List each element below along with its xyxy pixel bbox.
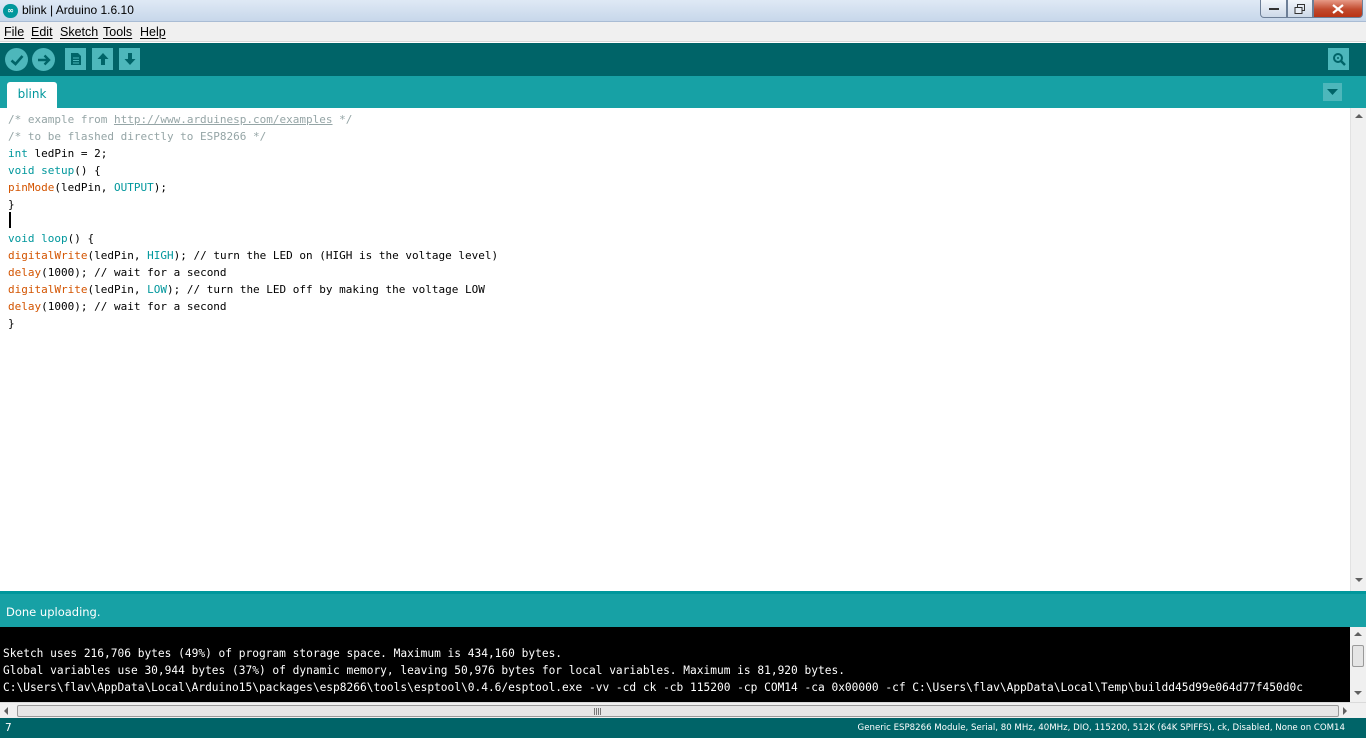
scroll-up-icon[interactable] xyxy=(1354,632,1362,636)
scroll-right-icon[interactable] xyxy=(1343,707,1347,715)
verify-icon xyxy=(10,54,23,66)
code-token: (1000); // wait for a second xyxy=(41,266,227,279)
open-icon xyxy=(97,53,108,65)
menu-edit[interactable]: Edit xyxy=(31,25,53,39)
code-line: void setup() { xyxy=(8,162,101,179)
save-sketch-button[interactable] xyxy=(119,48,140,70)
code-token: ); // turn the LED on (HIGH is the volta… xyxy=(173,249,499,262)
save-icon xyxy=(124,53,135,65)
grip-icon xyxy=(594,708,601,715)
console-vertical-scrollbar[interactable] xyxy=(1350,627,1366,702)
code-token: loop xyxy=(41,232,68,245)
console-line: C:\Users\flav\AppData\Local\Arduino15\pa… xyxy=(3,681,1303,694)
code-token: ); // turn the LED off by making the vol… xyxy=(166,283,485,296)
toolbar xyxy=(0,43,1366,76)
code-token: } xyxy=(8,198,15,211)
tab-menu-button[interactable] xyxy=(1323,83,1342,101)
code-line: } xyxy=(8,196,15,213)
status-message: Done uploading. xyxy=(6,605,101,619)
code-line: /* example from http://www.arduinesp.com… xyxy=(8,111,352,128)
close-button[interactable] xyxy=(1313,0,1363,18)
code-token: () { xyxy=(74,164,101,177)
current-line-number: 7 xyxy=(5,722,12,734)
text-cursor xyxy=(9,212,11,228)
code-token: } xyxy=(8,317,15,330)
bottom-status-bar: 7 Generic ESP8266 Module, Serial, 80 MHz… xyxy=(0,718,1366,738)
tab-blink[interactable]: blink xyxy=(7,82,57,108)
code-token: (1000); // wait for a second xyxy=(41,300,227,313)
code-token: (ledPin, xyxy=(87,283,148,296)
code-token: /* example from xyxy=(8,113,114,126)
code-line: /* to be flashed directly to ESP8266 */ xyxy=(8,128,266,145)
console-line: Global variables use 30,944 bytes (37%) … xyxy=(3,664,845,677)
code-token: (ledPin, xyxy=(54,181,114,194)
scroll-up-icon[interactable] xyxy=(1355,114,1363,118)
arduino-logo-icon: ∞ xyxy=(3,4,18,18)
menu-file[interactable]: File xyxy=(4,25,24,39)
code-line: void loop() { xyxy=(8,230,94,247)
code-token: ); xyxy=(153,181,167,194)
console-scroll-thumb[interactable] xyxy=(1352,645,1364,667)
code-line: int ledPin = 2; xyxy=(8,145,107,162)
code-token: ledPin = 2; xyxy=(27,147,108,160)
code-line: delay(1000); // wait for a second xyxy=(8,264,227,281)
menu-sketch[interactable]: Sketch xyxy=(60,25,98,39)
code-token: int xyxy=(8,147,28,160)
menu-help[interactable]: Help xyxy=(140,25,166,39)
code-line: delay(1000); // wait for a second xyxy=(8,298,227,315)
open-sketch-button[interactable] xyxy=(92,48,113,70)
editor-vertical-scrollbar[interactable] xyxy=(1350,108,1366,591)
code-token: digitalWrite xyxy=(8,249,88,262)
verify-button[interactable] xyxy=(5,48,28,71)
console-output[interactable]: Sketch uses 216,706 bytes (49%) of progr… xyxy=(0,627,1350,702)
code-token: HIGH xyxy=(147,249,174,262)
restore-icon xyxy=(1294,3,1305,14)
minimize-button[interactable] xyxy=(1260,0,1287,18)
window-title: blink | Arduino 1.6.10 xyxy=(22,3,134,17)
tab-label: blink xyxy=(17,87,47,101)
code-token: (ledPin, xyxy=(87,249,148,262)
console-line: Sketch uses 216,706 bytes (49%) of progr… xyxy=(3,647,563,660)
title-bar: ∞ blink | Arduino 1.6.10 xyxy=(0,0,1366,22)
code-token: setup xyxy=(41,164,75,177)
menu-tools[interactable]: Tools xyxy=(103,25,132,39)
magnifier-icon xyxy=(1332,53,1346,66)
code-token: () { xyxy=(67,232,95,245)
code-editor[interactable]: /* example from http://www.arduinesp.com… xyxy=(0,108,1350,591)
upload-button[interactable] xyxy=(32,48,55,71)
scroll-down-icon[interactable] xyxy=(1354,691,1362,695)
scroll-down-icon[interactable] xyxy=(1355,578,1363,582)
code-token: digitalWrite xyxy=(8,283,88,296)
upload-icon xyxy=(37,54,51,65)
code-line: } xyxy=(8,315,15,332)
scroll-left-icon[interactable] xyxy=(4,707,8,715)
board-info: Generic ESP8266 Module, Serial, 80 MHz, … xyxy=(857,723,1345,733)
code-token: LOW xyxy=(147,283,167,296)
code-token: delay xyxy=(8,266,42,279)
maximize-button[interactable] xyxy=(1287,0,1313,18)
code-line: digitalWrite(ledPin, HIGH); // turn the … xyxy=(8,247,498,264)
console-horizontal-scrollbar[interactable] xyxy=(0,702,1366,718)
new-icon xyxy=(70,53,81,65)
horizontal-scroll-thumb[interactable] xyxy=(17,705,1339,717)
code-line: pinMode(ledPin, OUTPUT); xyxy=(8,179,167,196)
close-icon xyxy=(1332,3,1344,14)
status-bar: Done uploading. xyxy=(0,594,1366,627)
code-token: void xyxy=(8,164,35,177)
serial-monitor-button[interactable] xyxy=(1328,48,1349,70)
code-token: void xyxy=(8,232,35,245)
code-token: */ xyxy=(332,113,353,126)
new-sketch-button[interactable] xyxy=(65,48,86,70)
menu-bar: File Edit Sketch Tools Help xyxy=(0,22,1366,42)
code-token: delay xyxy=(8,300,42,313)
code-line: digitalWrite(ledPin, LOW); // turn the L… xyxy=(8,281,485,298)
code-token: OUTPUT xyxy=(113,181,154,194)
code-token[interactable]: http://www.arduinesp.com/examples xyxy=(114,113,333,126)
code-token: pinMode xyxy=(8,181,55,194)
minimize-icon xyxy=(1268,7,1279,10)
tab-bar: blink xyxy=(0,76,1366,108)
chevron-down-icon xyxy=(1327,89,1338,95)
code-token: /* to be flashed directly to ESP8266 */ xyxy=(8,130,267,143)
